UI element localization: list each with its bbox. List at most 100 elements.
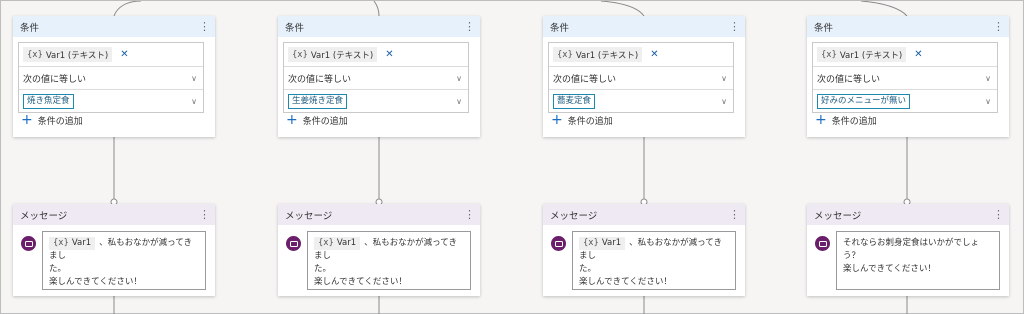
condition-title: 条件 [814,22,834,34]
variable-name: Var1 [336,238,357,248]
remove-variable-icon[interactable]: ✕ [385,49,393,60]
chevron-down-icon[interactable]: ∨ [721,97,727,106]
remove-variable-icon[interactable]: ✕ [914,49,922,60]
remove-variable-icon[interactable]: ✕ [650,49,658,60]
operator-dropdown[interactable]: 次の値に等しい ∨ [549,66,733,89]
more-options-icon[interactable]: ⋮ [464,21,475,32]
message-title: メッセージ [20,210,68,222]
message-line-3: 楽しんできてください！ [843,264,936,274]
condition-editor: {x} Var1 (テキスト) ✕ 次の値に等しい ∨ 好みのメニューが無い ∨ [812,42,998,113]
chevron-down-icon[interactable]: ∨ [985,74,991,83]
message-bubble-icon [286,236,301,251]
value-dropdown[interactable]: 好みのメニューが無い ∨ [813,89,997,112]
condition-header: 条件 ⋮ [278,16,480,37]
condition-node[interactable]: 条件 ⋮ {x} Var1 (テキスト) ✕ 次の値に等しい ∨ 焼き魚定食 ∨… [13,16,215,137]
variable-name: Var1 [71,238,92,248]
message-title: メッセージ [814,210,862,222]
authoring-canvas: { "branches": [ { "condition": { "title"… [0,0,1024,314]
chevron-down-icon[interactable]: ∨ [721,74,727,83]
branch-column-1: 条件 ⋮ {x} Var1 (テキスト) ✕ 次の値に等しい ∨ 焼き魚定食 ∨… [13,1,215,314]
plus-icon: + [551,112,563,128]
plus-icon: + [815,112,827,128]
variable-chip[interactable]: {x} Var1 (テキスト) [288,47,378,62]
variable-row[interactable]: {x} Var1 (テキスト) ✕ [284,43,468,66]
more-options-icon[interactable]: ⋮ [199,209,210,220]
add-condition-button[interactable]: + 条件の追加 [815,113,877,127]
condition-title: 条件 [20,22,40,34]
add-condition-button[interactable]: + 条件の追加 [21,113,83,127]
message-text-editor[interactable]: {x} Var1 、私もおなかが減ってきまし た。 楽しんできてください！ [572,231,736,290]
variable-chip[interactable]: {x} Var1 [579,237,626,250]
variable-icon: {x} [292,49,308,60]
message-line-2: う？ [843,251,861,261]
condition-node[interactable]: 条件 ⋮ {x} Var1 (テキスト) ✕ 次の値に等しい ∨ 生姜焼き定食 [278,16,480,137]
value-tag[interactable]: 生姜焼き定食 [288,93,348,109]
message-bubble-icon [815,236,830,251]
add-condition-label: 条件の追加 [567,116,613,127]
add-condition-button[interactable]: + 条件の追加 [286,113,348,127]
condition-editor: {x} Var1 (テキスト) ✕ 次の値に等しい ∨ 生姜焼き定食 ∨ [283,42,469,113]
operator-dropdown[interactable]: 次の値に等しい ∨ [19,66,203,89]
variable-chip[interactable]: {x} Var1 (テキスト) [553,47,643,62]
chevron-down-icon[interactable]: ∨ [456,74,462,83]
variable-row[interactable]: {x} Var1 (テキスト) ✕ [549,43,733,66]
more-options-icon[interactable]: ⋮ [993,209,1004,220]
value-tag[interactable]: 好みのメニューが無い [817,93,911,109]
operator-value: 次の値に等しい [817,74,881,85]
variable-icon: {x} [27,49,43,60]
message-line-2: た。 [579,264,597,274]
message-node[interactable]: メッセージ ⋮ {x} Var1 、私もおなかが減ってきまし た。 楽しんできてくだ… [543,204,745,296]
chevron-down-icon[interactable]: ∨ [191,97,197,106]
condition-title: 条件 [550,22,570,34]
variable-chip[interactable]: {x} Var1 (テキスト) [23,47,113,62]
message-node[interactable]: メッセージ ⋮ {x} Var1 、私もおなかが減ってきまし た。 楽しんできてくだ… [278,204,480,296]
variable-row[interactable]: {x} Var1 (テキスト) ✕ [19,43,203,66]
chevron-down-icon[interactable]: ∨ [985,97,991,106]
variable-icon: {x} [53,238,69,248]
condition-node[interactable]: 条件 ⋮ {x} Var1 (テキスト) ✕ 次の値に等しい ∨ 蕎麦定食 ∨ … [543,16,745,137]
add-condition-label: 条件の追加 [831,116,877,127]
message-line-1: {x} Var1 、私もおなかが減ってきまし [49,237,199,263]
operator-dropdown[interactable]: 次の値に等しい ∨ [813,66,997,89]
variable-chip[interactable]: {x} Var1 [314,237,361,250]
operator-value: 次の値に等しい [553,74,617,85]
value-tag[interactable]: 焼き魚定食 [23,93,74,109]
flow-canvas: 条件 ⋮ {x} Var1 (テキスト) ✕ 次の値に等しい ∨ 焼き魚定食 ∨… [1,1,1024,314]
more-options-icon[interactable]: ⋮ [199,21,210,32]
value-dropdown[interactable]: 焼き魚定食 ∨ [19,89,203,112]
message-line-2: た。 [314,264,332,274]
more-options-icon[interactable]: ⋮ [993,21,1004,32]
condition-node[interactable]: 条件 ⋮ {x} Var1 (テキスト) ✕ 次の値に等しい ∨ 好みのメニュー… [807,16,1009,137]
more-options-icon[interactable]: ⋮ [464,209,475,220]
message-line-2: た。 [49,264,67,274]
more-options-icon[interactable]: ⋮ [729,21,740,32]
variable-name: Var1 (テキスト) [575,50,639,61]
variable-name: Var1 (テキスト) [45,50,109,61]
message-header: メッセージ ⋮ [278,204,480,225]
variable-row[interactable]: {x} Var1 (テキスト) ✕ [813,43,997,66]
variable-icon: {x} [557,49,573,60]
value-tag[interactable]: 蕎麦定食 [553,93,596,109]
message-node[interactable]: メッセージ ⋮ それならお刺身定食はいかがでしょ う？ 楽しんできてください！ [807,204,1009,296]
message-node[interactable]: メッセージ ⋮ {x} Var1 、私もおなかが減ってきまし た。 楽しんできてくだ… [13,204,215,296]
message-line-3: 楽しんできてください！ [314,277,407,287]
message-text-editor[interactable]: {x} Var1 、私もおなかが減ってきまし た。 楽しんできてください！ [307,231,471,290]
add-condition-button[interactable]: + 条件の追加 [551,113,613,127]
message-bubble-icon [551,236,566,251]
variable-icon: {x} [821,49,837,60]
variable-chip[interactable]: {x} Var1 [49,237,96,250]
value-dropdown[interactable]: 生姜焼き定食 ∨ [284,89,468,112]
message-text-editor[interactable]: {x} Var1 、私もおなかが減ってきまし た。 楽しんできてください！ [42,231,206,290]
chevron-down-icon[interactable]: ∨ [191,74,197,83]
value-dropdown[interactable]: 蕎麦定食 ∨ [549,89,733,112]
message-bubble-icon [21,236,36,251]
remove-variable-icon[interactable]: ✕ [120,49,128,60]
message-text-editor[interactable]: それならお刺身定食はいかがでしょ う？ 楽しんできてください！ [836,231,1000,290]
operator-dropdown[interactable]: 次の値に等しい ∨ [284,66,468,89]
chevron-down-icon[interactable]: ∨ [456,97,462,106]
message-header: メッセージ ⋮ [13,204,215,225]
more-options-icon[interactable]: ⋮ [729,209,740,220]
variable-chip[interactable]: {x} Var1 (テキスト) [817,47,907,62]
add-condition-label: 条件の追加 [37,116,83,127]
branch-column-4: 条件 ⋮ {x} Var1 (テキスト) ✕ 次の値に等しい ∨ 好みのメニュー… [807,1,1009,314]
